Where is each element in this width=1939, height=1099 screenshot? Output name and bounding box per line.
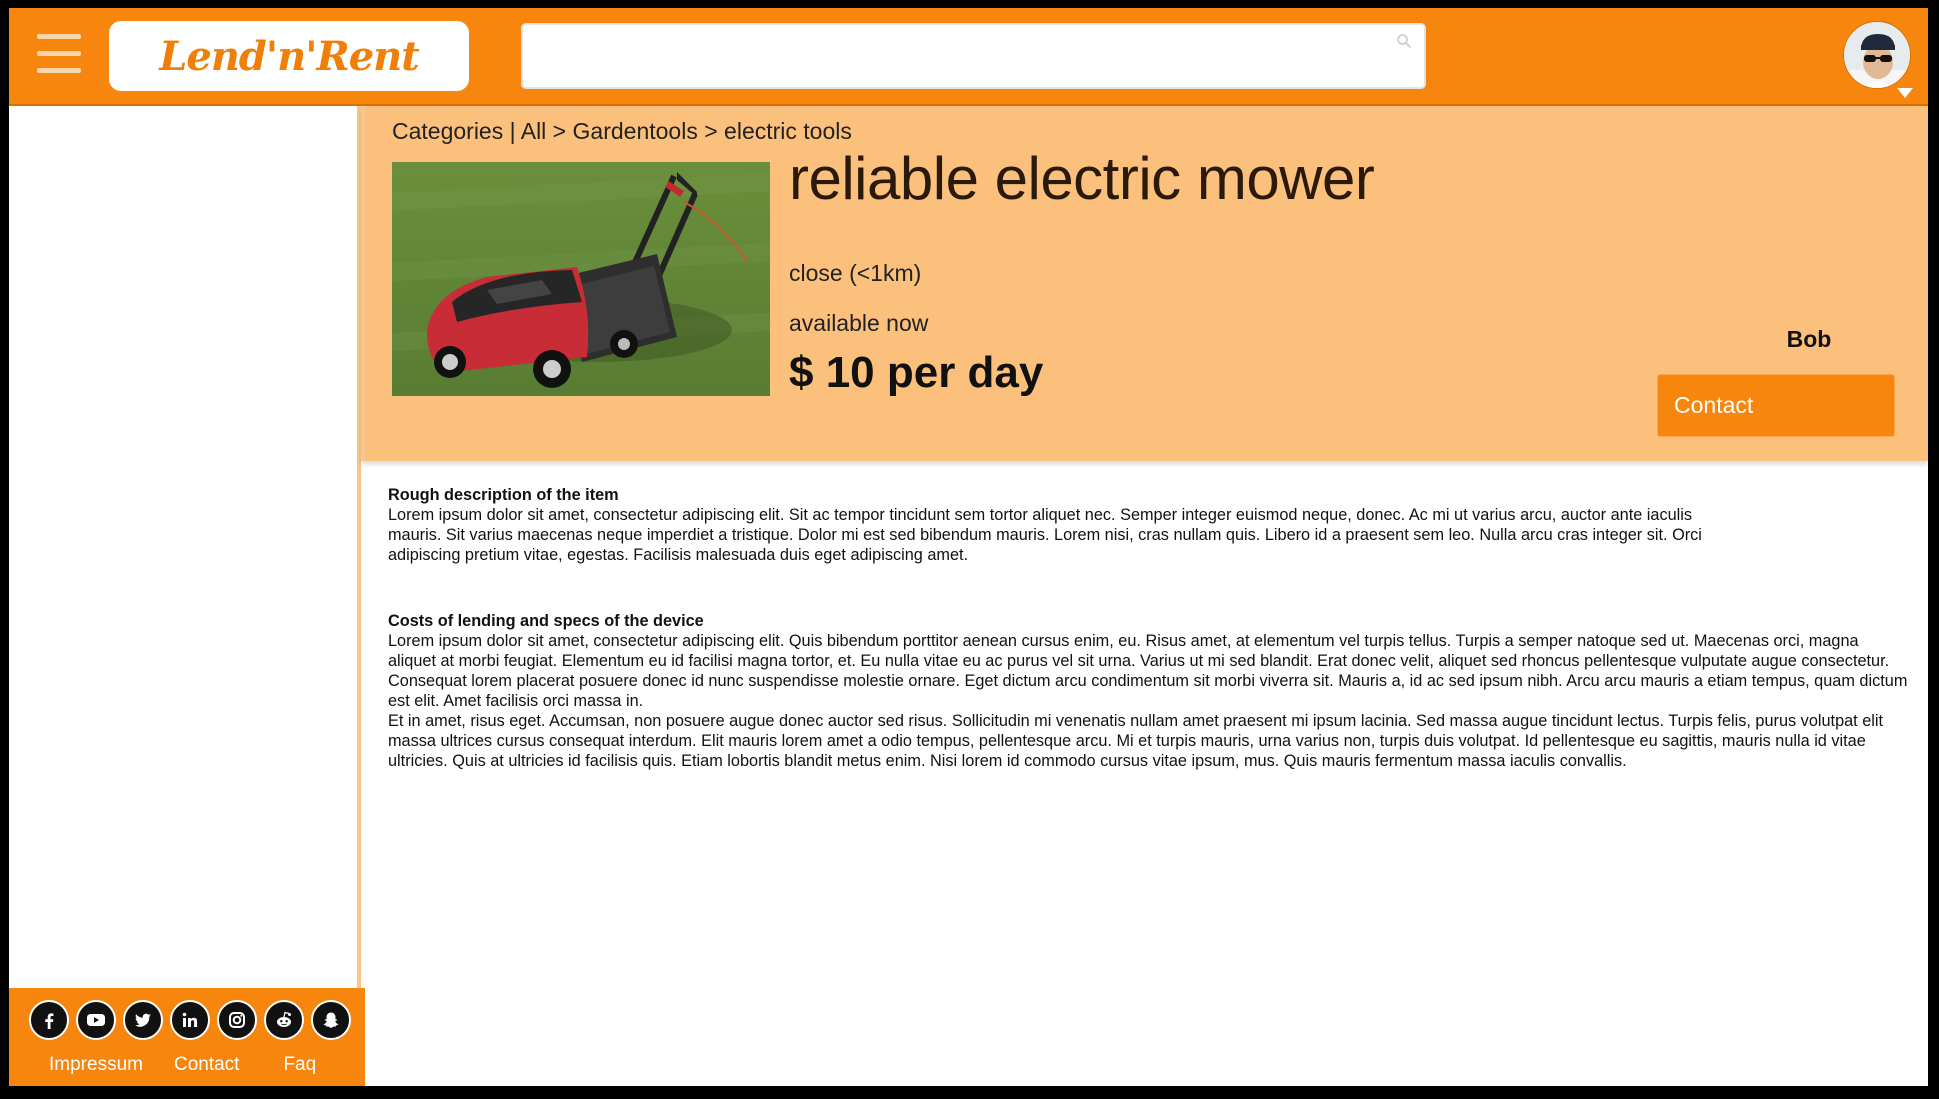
caret-down-icon[interactable]	[1897, 88, 1913, 98]
item-photo[interactable]	[392, 162, 770, 396]
top-header: Lend'n'Rent	[9, 8, 1928, 106]
youtube-icon[interactable]	[76, 1000, 116, 1040]
search-input[interactable]	[523, 25, 1424, 87]
search-icon[interactable]	[1396, 33, 1412, 49]
facebook-icon[interactable]	[29, 1000, 69, 1040]
breadcrumb-arrow: >	[697, 118, 725, 144]
linkedin-icon[interactable]	[170, 1000, 210, 1040]
description-heading: Rough description of the item	[388, 486, 619, 504]
sidebar-footer: Impressum Contact Faq	[9, 988, 365, 1086]
item-availability: available now	[789, 310, 929, 336]
breadcrumb: Categories | All > Gardentools > electri…	[392, 118, 852, 145]
logo-text: Lend'n'Rent	[159, 32, 419, 80]
description-text: Lorem ipsum dolor sit amet, consectetur …	[388, 506, 1702, 564]
twitter-icon[interactable]	[123, 1000, 163, 1040]
breadcrumb-arrow: >	[546, 118, 573, 144]
costs-heading: Costs of lending and specs of the device	[388, 612, 704, 630]
breadcrumb-categories[interactable]: Categories	[392, 118, 503, 144]
contact-link[interactable]: Contact	[174, 1054, 239, 1076]
breadcrumb-separator: |	[503, 118, 521, 144]
user-avatar[interactable]	[1843, 21, 1915, 93]
item-description: Rough description of the item Lorem ipsu…	[388, 485, 1908, 771]
logo[interactable]: Lend'n'Rent	[109, 21, 469, 91]
owner-name[interactable]: Bob	[1754, 326, 1864, 353]
impressum-link[interactable]: Impressum	[49, 1054, 143, 1076]
specs-text: Et in amet, risus eget. Accumsan, non po…	[388, 712, 1884, 770]
footer-links: Impressum Contact Faq	[49, 1054, 316, 1076]
costs-text: Lorem ipsum dolor sit amet, consectetur …	[388, 632, 1908, 710]
reddit-icon[interactable]	[264, 1000, 304, 1040]
contact-button[interactable]: Contact	[1657, 374, 1895, 437]
hamburger-menu-icon[interactable]	[37, 34, 81, 74]
faq-link[interactable]: Faq	[283, 1054, 316, 1076]
left-sidebar	[9, 106, 361, 988]
social-links	[29, 1000, 351, 1040]
breadcrumb-all[interactable]: All	[521, 118, 547, 144]
item-summary-panel: Categories | All > Gardentools > electri…	[361, 106, 1928, 461]
item-price: $ 10 per day	[789, 348, 1044, 397]
snapchat-icon[interactable]	[311, 1000, 351, 1040]
item-distance: close (<1km)	[789, 260, 922, 286]
instagram-icon[interactable]	[217, 1000, 257, 1040]
avatar-image	[1843, 21, 1911, 89]
breadcrumb-electric-tools[interactable]: electric tools	[724, 118, 852, 144]
item-title: reliable electric mower	[789, 145, 1375, 212]
app-window: Lend'n'Rent Impressum Contact Faq Catego…	[9, 8, 1928, 1086]
search-bar[interactable]	[521, 23, 1426, 89]
breadcrumb-gardentools[interactable]: Gardentools	[573, 118, 698, 144]
